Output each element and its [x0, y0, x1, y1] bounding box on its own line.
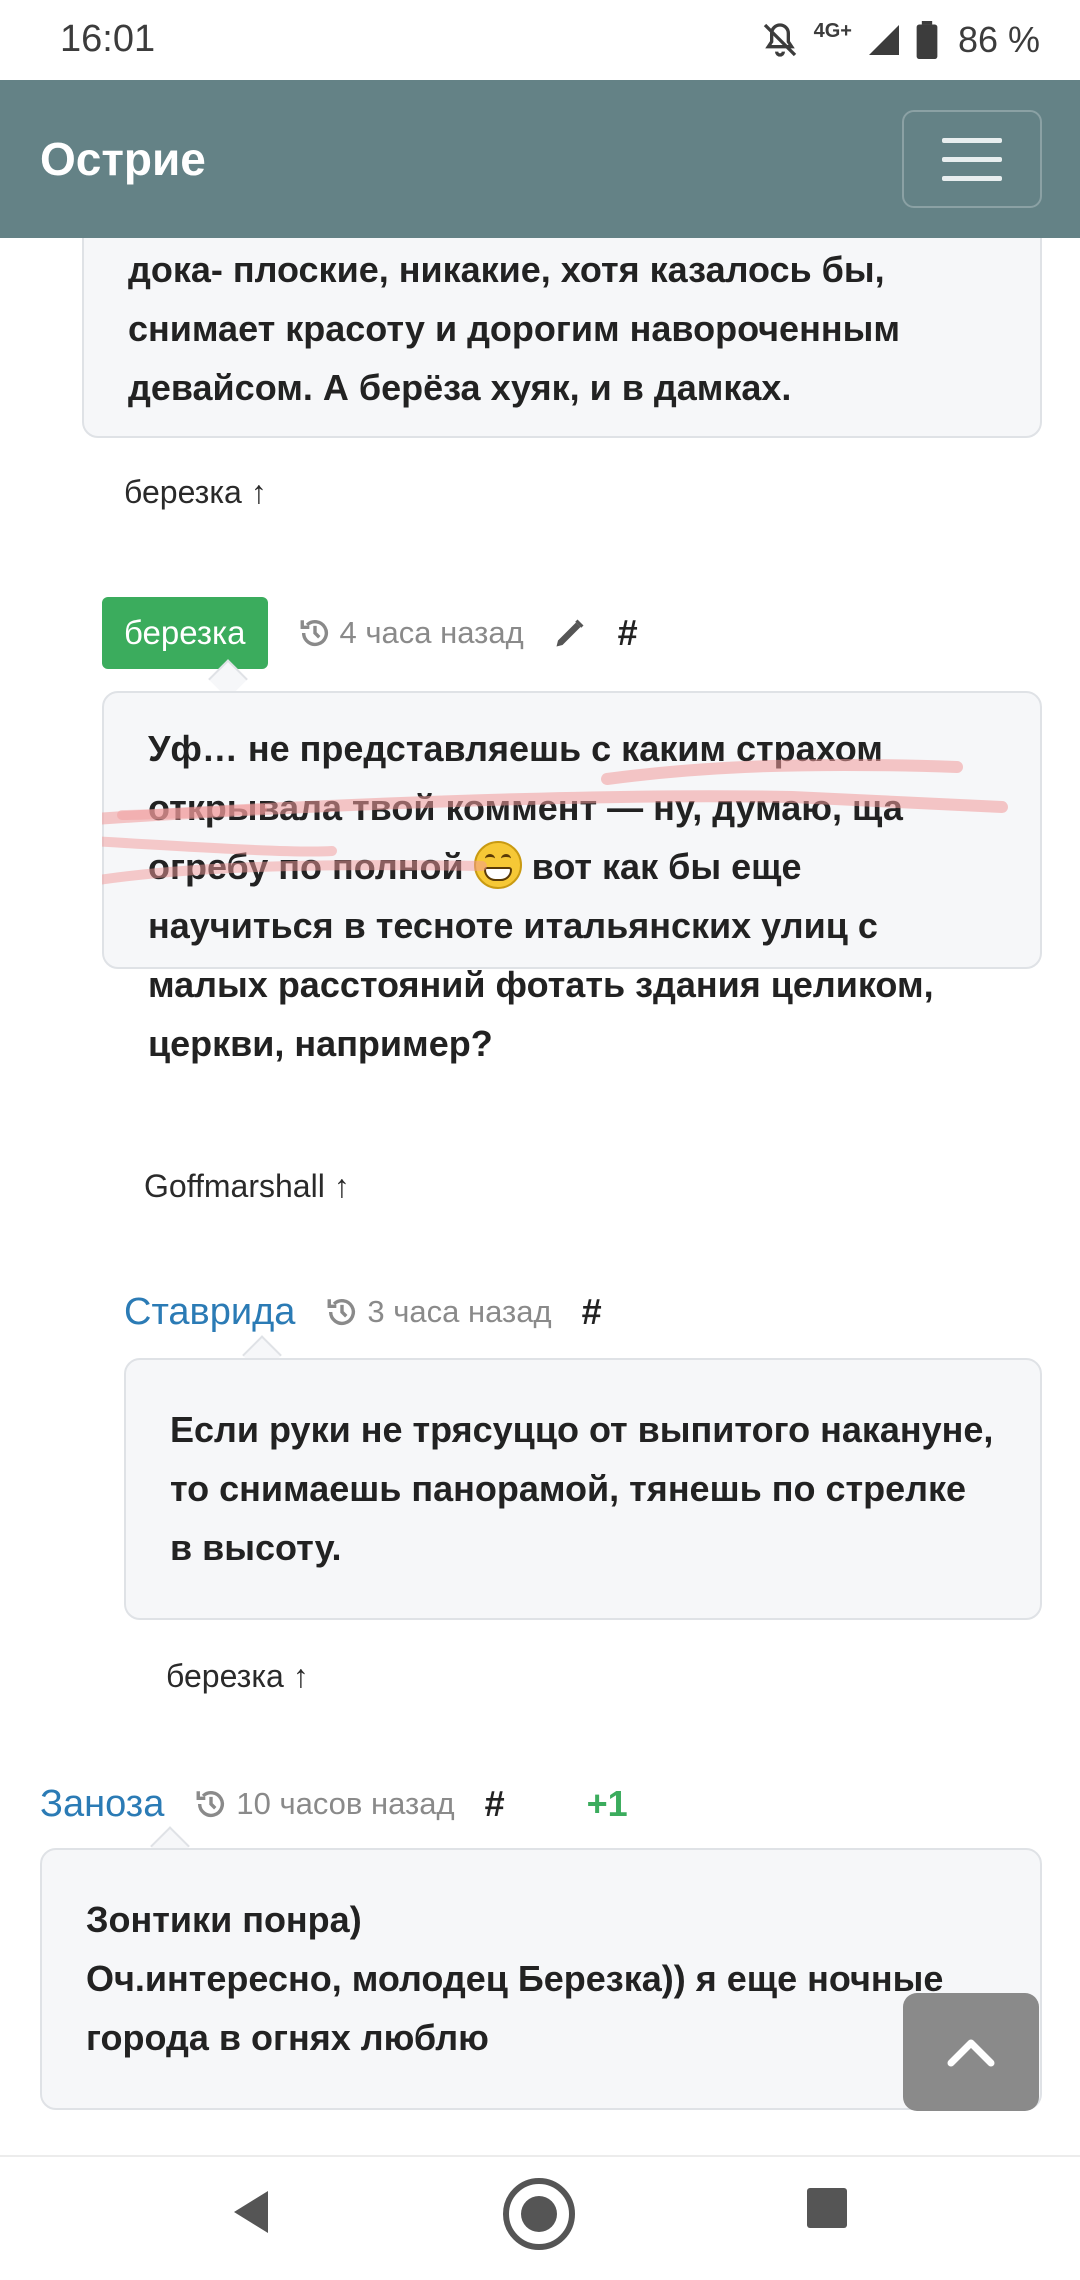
back-icon[interactable] [228, 2187, 272, 2237]
screen: 16:01 4G+ 86 % Острие дока- плоские, ник… [0, 0, 1080, 2280]
network-type: 4G+ [813, 19, 852, 42]
battery-icon [916, 21, 938, 59]
comment-permalink[interactable]: # [618, 612, 638, 654]
pencil-icon[interactable] [552, 615, 588, 651]
history-icon [327, 1299, 356, 1325]
comment-body: дока- плоские, никакие, хотя казалось бы… [82, 238, 1042, 438]
hamburger-menu-icon[interactable] [902, 110, 1042, 208]
comment-body: Если руки не трясуццо от выпитого накану… [124, 1358, 1042, 1620]
home-icon[interactable] [500, 2175, 578, 2253]
reply-to-link[interactable]: Goffmarshall ↑ [144, 1168, 350, 1205]
battery-percent: 86 % [957, 19, 1040, 60]
comment-rating: +1 [586, 1783, 628, 1824]
signal-icon [868, 25, 899, 55]
status-time: 16:01 [60, 18, 156, 60]
comment-body: Зонтики понра) Оч.интересно, молодец Бер… [40, 1848, 1042, 2110]
comment-time[interactable]: 3 часа назад [325, 1294, 552, 1330]
chevron-up-icon [947, 2039, 995, 2067]
comment-header: Ставрида 3 часа назад # [124, 1276, 602, 1348]
system-navigation-bar [0, 2155, 1080, 2280]
history-icon [196, 1791, 225, 1817]
comment-header: Заноза 10 часов назад # +1 [40, 1768, 628, 1840]
comment-time[interactable]: 4 часа назад [298, 615, 524, 651]
author-link[interactable]: Заноза [40, 1783, 164, 1826]
comments-list: дока- плоские, никакие, хотя казалось бы… [0, 238, 1080, 2155]
grinning-face-emoji-icon [473, 841, 522, 889]
author-link[interactable]: Ставрида [124, 1291, 295, 1334]
comment-body: Уф… не представляешь с каким страхом отк… [102, 691, 1042, 1064]
time-text: 10 часов назад [236, 1786, 455, 1821]
time-text: 4 часа назад [339, 615, 524, 650]
site-brand[interactable]: Острие [40, 132, 206, 186]
comment-text: Уф… не представляешь с каким страхом отк… [148, 719, 996, 1073]
reply-to-link[interactable]: березка ↑ [124, 474, 267, 511]
reply-to-link[interactable]: березка ↑ [166, 1658, 309, 1695]
author-badge[interactable]: березка [102, 597, 268, 669]
status-icons: 4G+ 86 % [760, 16, 1040, 64]
comment-permalink[interactable]: # [582, 1291, 602, 1333]
recent-apps-icon[interactable] [806, 2187, 848, 2229]
comment-text: дока- плоские, никакие, хотя казалось бы… [128, 249, 900, 408]
comment-text: Если руки не трясуццо от выпитого накану… [170, 1409, 994, 1568]
comment-line: Зонтики понра) [86, 1899, 362, 1940]
bell-off-icon [763, 23, 796, 57]
site-navbar: Острие [0, 80, 1080, 238]
status-bar: 16:01 4G+ 86 % [0, 0, 1080, 80]
scroll-to-top-button[interactable] [903, 1993, 1039, 2111]
time-text: 3 часа назад [367, 1294, 552, 1329]
comment-permalink[interactable]: # [485, 1783, 505, 1825]
history-icon [300, 620, 328, 646]
comment-header: березка 4 часа назад # [102, 597, 638, 669]
comment-time[interactable]: 10 часов назад [194, 1786, 455, 1822]
comment-line: Оч.интересно, молодец Березка)) я еще но… [86, 1958, 944, 2058]
